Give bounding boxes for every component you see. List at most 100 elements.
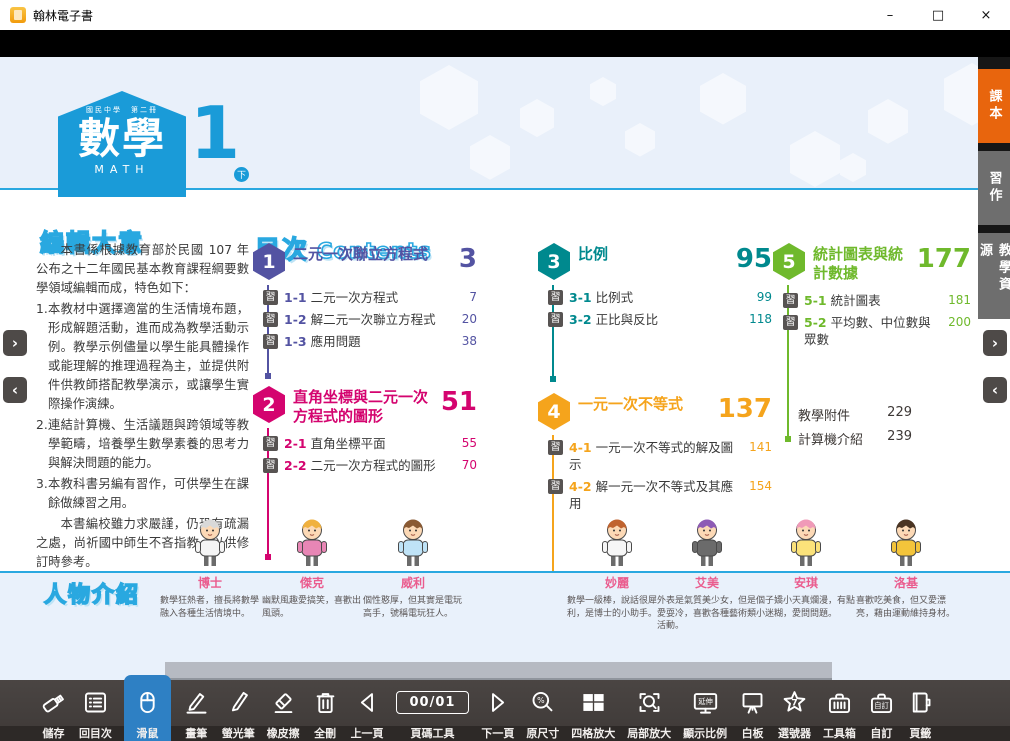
toolbar-prev-page[interactable]: 上一頁 [351,680,384,741]
section-code: 1-1 [284,290,307,305]
toolbar-label: 橡皮擦 [267,725,300,741]
toolbar-highlighter[interactable]: 螢光筆 [222,680,255,741]
toolbar-label: 四格放大 [571,725,615,741]
extra-title: 計算機介紹 [798,429,863,448]
svg-text:%: % [537,696,545,705]
chapter-heading[interactable]: 3比例95 [538,243,772,280]
workbook-badge: 習 [548,479,563,494]
section-row[interactable]: 習2-1直角坐標平面55 [263,435,477,452]
toolbar-toolbox[interactable]: 工具箱 [823,680,856,741]
tab-teaching-resources[interactable]: 教學資源 [978,233,1010,319]
chapter-page-number: 3 [459,243,477,272]
section-row[interactable]: 習5-1統計圖表181 [783,292,971,309]
extra-item[interactable]: 計算機介紹239 [798,429,912,448]
toolbar-label: 儲存 [43,725,65,741]
toolbar-label: 工具箱 [823,725,856,741]
characters-title: 人物介紹 [44,577,140,609]
workbook-badge: 習 [548,440,563,455]
hex-decoration [790,131,840,187]
chapter-sections: 習5-1統計圖表181習5-2平均數、中位數與眾數200 [783,292,971,348]
hex-decoration [700,73,746,125]
expand-right-panel-icon[interactable]: › [983,330,1007,356]
section-row[interactable]: 習1-3應用問題38 [263,333,477,350]
toolbar-page-number-tool[interactable]: 00/01頁碼工具 [396,680,470,741]
toolbar-back-to-contents[interactable]: 回目次 [79,680,112,741]
character-figure [289,517,335,569]
logo-subject: 數學 [58,117,186,161]
toolbar-original-size[interactable]: %原尺寸 [526,680,559,741]
section-row[interactable]: 習4-1一元一次不等式的解及圖示141 [548,439,772,473]
tab-workbook[interactable]: 習作 [978,151,1010,225]
toolbar-next-page[interactable]: 下一頁 [481,680,514,741]
chapter-title: 一元一次不等式 [578,393,710,414]
toolbar-label: 白板 [742,725,764,741]
chapter-heading[interactable]: 4一元一次不等式137 [538,393,772,430]
character-description: 個子嬌小天真爛漫，有點小迷糊，愛問問題。 [756,595,856,620]
toolbar-pen[interactable]: 畫筆 [183,680,210,741]
chapter-sections: 習4-1一元一次不等式的解及圖示141 習4-2解一元一次不等式及其應用154 [548,439,772,512]
collapse-left-panel-icon[interactable]: ‹ [3,377,27,403]
toolbar-label: 螢光筆 [222,725,255,741]
hex-decoration [840,153,866,182]
section-row[interactable]: 習5-2平均數、中位數與眾數200 [783,314,971,348]
section-row[interactable]: 習4-2解一元一次不等式及其應用154 [548,478,772,512]
page-indicator[interactable]: 00/01 [396,691,470,714]
toolbar-partial-zoom[interactable]: 局部放大 [627,680,671,741]
toolbar-label: 局部放大 [627,725,671,741]
editorial-item: 1.本教材中選擇適當的生活情境布題，形成解題活動，進而成為教學活動示例。教學示例… [36,300,249,414]
extra-item[interactable]: 教學附件229 [798,405,912,424]
character-description: 個性憨厚，但其實是電玩高手，號稱電玩狂人。 [363,595,463,620]
character-figure [783,517,829,569]
toolbar-custom[interactable]: 自訂自訂 [868,680,895,741]
side-tab-strip: 課本習作教學資源 [978,57,1010,319]
chapter-heading[interactable]: 1二元一次聯立方程式3 [253,243,477,280]
section-code: 2-2 [284,458,307,473]
character-name: 博士 [160,574,260,591]
chapter-heading[interactable]: 5統計圖表與統計數據177 [773,243,971,283]
toolbar-page-tabs[interactable]: 頁籤 [907,680,934,741]
character-card: 妙麗數學一級棒，說話很犀利，是博士的小助手。 [567,517,667,620]
section-row[interactable]: 習1-2解二元一次聯立方程式20 [263,311,477,328]
section-page-number: 118 [744,311,772,328]
logo-subject-en: MATH [58,163,186,176]
section-code: 1-3 [284,334,307,349]
chapter-page-number: 51 [441,386,477,415]
character-figure-wrap [856,517,956,573]
eraser-icon [270,680,297,725]
expand-left-panel-icon[interactable]: › [3,330,27,356]
section-row[interactable]: 習2-2二元一次方程式的圖形70 [263,457,477,474]
chapter-1: 1二元一次聯立方程式3習1-1二元一次方程式7習1-2解二元一次聯立方程式20習… [253,243,477,350]
section-title: 正比與反比 [596,312,659,327]
section-row[interactable]: 習3-1比例式99 [548,289,772,306]
section-row[interactable]: 習1-1二元一次方程式7 [263,289,477,306]
character-card: 傑克幽默風趣愛搞笑，喜歡出風頭。 [262,517,362,620]
toolbar-display-ratio[interactable]: 延伸顯示比例 [683,680,727,741]
tab-textbook[interactable]: 課本 [978,69,1010,143]
collapse-right-panel-icon[interactable]: ‹ [983,377,1007,403]
toolbar-four-grid-zoom[interactable]: 四格放大 [571,680,615,741]
chapter-number-hexagon: 1 [253,243,285,280]
toolbar-delete-all[interactable]: 全刪 [312,680,339,741]
toolbar-mouse[interactable]: 滑鼠 [124,675,171,741]
workbook-badge: 習 [263,312,278,327]
minimize-button[interactable]: – [866,0,914,30]
toolbar-whiteboard[interactable]: 白板 [739,680,766,741]
section-row[interactable]: 習3-2正比與反比118 [548,311,772,328]
editorial-item: 3.本教科書另編有習作，可供學生在課餘做練習之用。 [36,475,249,513]
chapter-2: 2直角坐標與二元一次方程式的圖形51習2-1直角坐標平面55習2-2二元一次方程… [253,386,477,474]
chapter-heading[interactable]: 2直角坐標與二元一次方程式的圖形51 [253,386,477,426]
section-code: 5-1 [804,293,827,308]
chapter-3: 3比例95習3-1比例式99習3-2正比與反比118 [538,243,772,328]
close-button[interactable]: × [962,0,1010,30]
section-page-number: 154 [744,478,772,512]
character-figure-wrap [567,517,667,573]
workbook-badge: 習 [783,293,798,308]
character-card: 艾美外表是氣質美少女，但是愛耍冷，喜歡各種藝術類活動。 [657,517,757,633]
toolbar-eraser[interactable]: 橡皮擦 [267,680,300,741]
toolbar-number-picker[interactable]: 7選號器 [778,680,811,741]
horizontal-scrollbar[interactable] [165,662,832,680]
toolbar-save[interactable]: 儲存 [40,680,67,741]
maximize-button[interactable]: □ [914,0,962,30]
chapter-title: 直角坐標與二元一次方程式的圖形 [293,386,433,426]
toolbar-label: 頁籤 [909,725,931,741]
